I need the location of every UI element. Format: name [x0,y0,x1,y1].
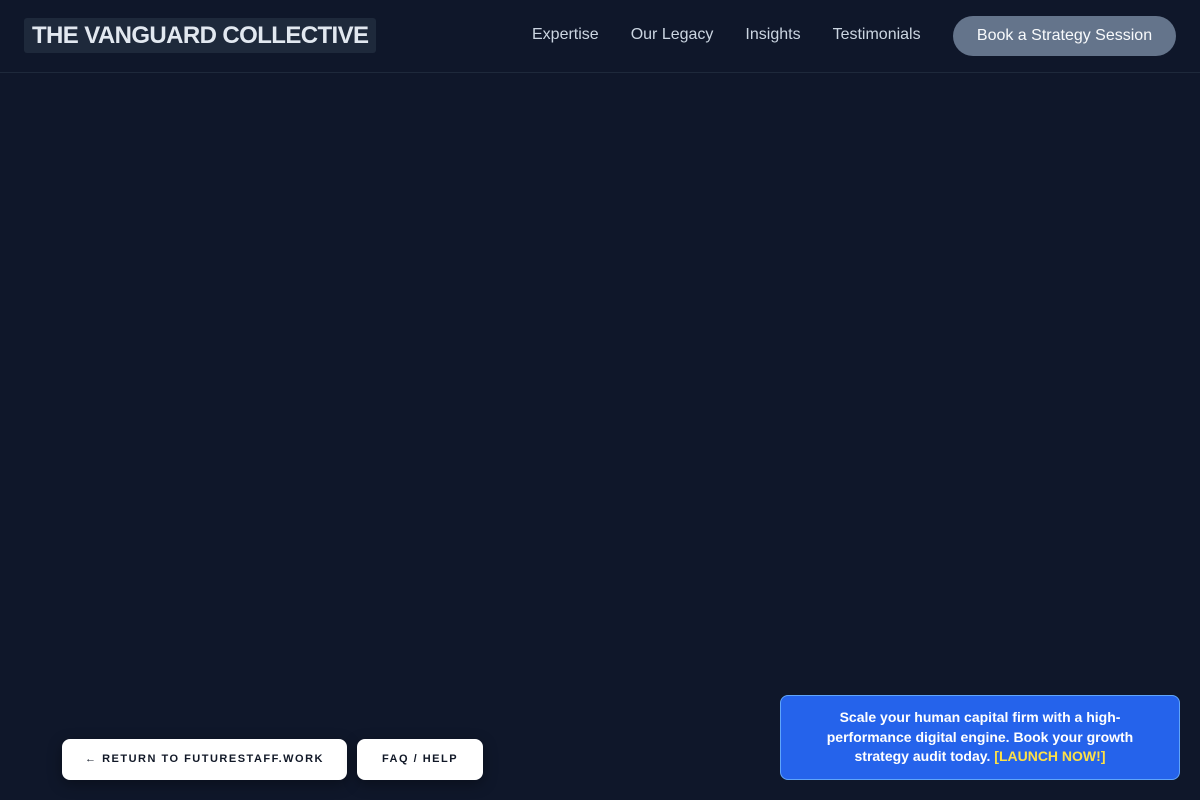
return-to-futurestaff-button[interactable]: ← RETURN TO FUTURESTAFF.WORK [62,739,347,780]
site-logo[interactable]: THE VANGUARD COLLECTIVE [24,18,377,53]
book-strategy-session-button[interactable]: Book a Strategy Session [953,16,1176,56]
promo-banner: Scale your human capital firm with a hig… [780,695,1180,780]
nav-link-insights[interactable]: Insights [729,26,816,44]
nav-link-expertise[interactable]: Expertise [516,26,615,44]
main-nav: Expertise Our Legacy Insights Testimonia… [516,0,937,70]
faq-help-button[interactable]: FAQ / HELP [357,739,483,780]
page: THE VANGUARD COLLECTIVE Expertise Our Le… [0,0,1200,800]
nav-link-our-legacy[interactable]: Our Legacy [615,26,730,44]
launch-now-link[interactable]: [LAUNCH NOW!] [994,748,1105,764]
site-header: THE VANGUARD COLLECTIVE Expertise Our Le… [0,0,1200,73]
nav-link-testimonials[interactable]: Testimonials [817,26,937,44]
